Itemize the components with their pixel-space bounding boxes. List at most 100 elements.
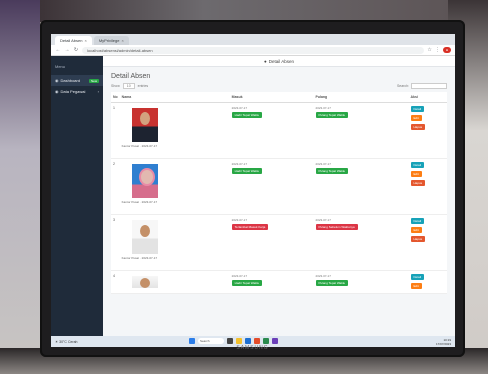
row-number: 2 [111, 158, 120, 215]
status-badge: Pulang Tepat Waktu [315, 112, 349, 118]
column-header[interactable]: Pulang [313, 92, 409, 103]
sidebar-item-label: Data Pegawai [60, 89, 86, 94]
browser-tab-bar: Detail Absen × MyPrivilege × [51, 34, 455, 45]
actions-cell: Detail Edit Hapus [408, 214, 447, 271]
actions-cell: Detail Edit Hapus [408, 158, 447, 215]
top-bar-title: Detail Absen [268, 58, 294, 64]
extensions-icon[interactable]: ⋮ [435, 47, 440, 53]
search-control: Search: [397, 83, 447, 89]
delete-button[interactable]: Hapus [410, 124, 426, 130]
tab-label: Detail Absen [60, 38, 83, 43]
weather-widget[interactable]: ☀ 30°C Cerah [55, 340, 78, 344]
column-header[interactable]: No [111, 92, 120, 103]
checkout-cell: 2023-07-17 Pulang Sebelum Waktunya [313, 214, 409, 271]
column-header[interactable]: Aksi [408, 92, 447, 103]
taskbar-apps: Search [189, 338, 278, 344]
store-icon[interactable] [263, 338, 269, 344]
row-number: 4 [111, 270, 120, 294]
checkin-cell: 2023-07-17 Hadir Tepat Waktu [229, 102, 314, 159]
checkin-date: 2023-07-17 [231, 218, 248, 222]
employee-cell: Kantor Pusat · 2023-07-17 [119, 214, 230, 271]
sidebar-item-dashboard[interactable]: ◉ Dashboard New [51, 75, 103, 86]
employee-photo[interactable] [131, 164, 158, 198]
table-controls: Show 10 entries Search: [111, 83, 447, 89]
show-label: Show [111, 84, 120, 88]
table-row: 4 2023-07-17 Hadir Tepat Waktu 2023-07-1… [111, 270, 447, 294]
checkout-cell: 2023-07-17 Pulang Tepat Waktu [313, 270, 409, 294]
main-content: ● Detail Absen Detail Absen Show 10 entr… [103, 56, 455, 336]
page-title: Detail Absen [111, 73, 151, 80]
search-input[interactable] [411, 83, 447, 89]
weather-icon: ☀ [55, 339, 59, 344]
status-badge: Hadir Tepat Waktu [231, 112, 263, 118]
row-number: 3 [111, 214, 120, 271]
star-icon[interactable]: ☆ [427, 47, 431, 53]
edit-button[interactable]: Edit [410, 283, 422, 289]
column-header[interactable]: Nama [119, 92, 230, 103]
taskbar-search[interactable]: Search [198, 338, 224, 344]
checkin-cell: 2023-07-17 Terlambat Masuk Kerja [229, 214, 314, 271]
column-header[interactable]: Masuk [229, 92, 314, 103]
sidebar: Menu ◉ Dashboard New ◉ Data Pegawai › [51, 56, 103, 336]
edit-button[interactable]: Edit [410, 227, 422, 233]
search-label: Search: [396, 84, 409, 88]
close-icon[interactable]: × [121, 36, 123, 45]
status-badge: Terlambat Masuk Kerja [231, 224, 269, 230]
table-row: 1 Kantor Pusat · 2023-07-17 2023-07-17 H… [111, 102, 447, 159]
photo-caption: Kantor Pusat · 2023-07-17 [121, 200, 158, 204]
file-explorer-icon[interactable] [236, 338, 242, 344]
photo-caption: Kantor Pusat · 2023-07-17 [121, 256, 158, 260]
detail-button[interactable]: Detail [410, 218, 425, 224]
detail-button[interactable]: Detail [410, 274, 425, 280]
edge-icon[interactable] [245, 338, 251, 344]
profile-icon[interactable]: ● [442, 47, 451, 53]
entries-select[interactable]: 10 [122, 83, 135, 89]
checkout-cell: 2023-07-17 Pulang Tepat Waktu [313, 158, 409, 215]
entries-label: entries [137, 84, 149, 88]
browser-tab[interactable]: Detail Absen × [55, 36, 92, 45]
edit-button[interactable]: Edit [410, 171, 422, 177]
detail-button[interactable]: Detail [410, 106, 425, 112]
users-icon: ◉ [55, 89, 59, 94]
forward-icon[interactable]: → [64, 47, 70, 53]
checkin-cell: 2023-07-17 Hadir Tepat Waktu [229, 270, 314, 294]
task-view-icon[interactable] [227, 338, 233, 344]
close-icon[interactable]: × [84, 36, 86, 45]
checkout-date: 2023-07-17 [315, 274, 331, 278]
monitor-bezel: Detail Absen × MyPrivilege × ← → ↻ local… [40, 20, 465, 357]
reload-icon[interactable]: ↻ [73, 47, 79, 53]
edit-button[interactable]: Edit [410, 115, 422, 121]
detail-button[interactable]: Detail [410, 162, 425, 168]
table-row: 3 Kantor Pusat · 2023-07-17 2023-07-17 T… [111, 214, 447, 271]
delete-button[interactable]: Hapus [410, 236, 426, 242]
sidebar-item-label: Dashboard [60, 78, 81, 83]
status-badge: Pulang Tepat Waktu [315, 280, 349, 286]
actions-cell: Detail Edit Hapus [408, 102, 447, 159]
employee-cell [119, 270, 230, 294]
user-icon: ● [264, 58, 267, 64]
chrome-icon[interactable] [254, 338, 260, 344]
employee-photo[interactable] [131, 108, 158, 142]
back-icon[interactable]: ← [55, 47, 61, 53]
dashboard-icon: ◉ [55, 78, 59, 83]
table-header-row: No Nama Masuk Pulang Aksi [111, 92, 447, 103]
sidebar-badge: New [88, 78, 99, 83]
table-row: 2 Kantor Pusat · 2023-07-17 2023-07-17 H… [111, 158, 447, 215]
url-input[interactable]: localhost/absensi/admin/detail-absen [82, 46, 425, 54]
start-icon[interactable] [189, 338, 195, 344]
top-bar: ● Detail Absen [103, 56, 455, 67]
status-badge: Hadir Tepat Waktu [231, 280, 263, 286]
employee-photo[interactable] [131, 220, 158, 254]
weather-desc: Cerah [67, 339, 78, 344]
browser-tab[interactable]: MyPrivilege × [93, 36, 129, 45]
employee-photo[interactable] [131, 276, 158, 288]
checkin-date: 2023-07-17 [231, 106, 248, 110]
sidebar-item-data-pegawai[interactable]: ◉ Data Pegawai › [51, 86, 103, 97]
attendance-table: No Nama Masuk Pulang Aksi 1 Kantor Pusat… [111, 92, 447, 294]
app-icon[interactable] [272, 338, 278, 344]
status-badge: Pulang Tepat Waktu [315, 168, 349, 174]
employee-cell: Kantor Pusat · 2023-07-17 [119, 102, 230, 159]
checkin-date: 2023-07-17 [231, 274, 248, 278]
monitor-screen: Detail Absen × MyPrivilege × ← → ↻ local… [51, 34, 455, 347]
delete-button[interactable]: Hapus [410, 180, 426, 186]
